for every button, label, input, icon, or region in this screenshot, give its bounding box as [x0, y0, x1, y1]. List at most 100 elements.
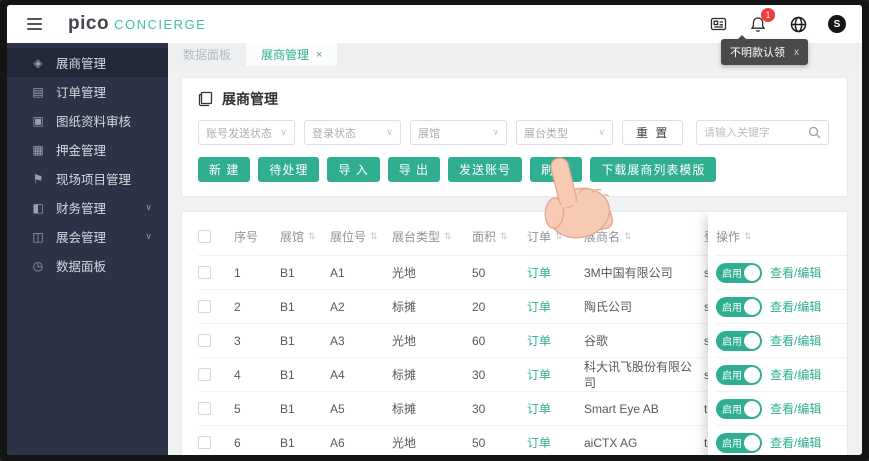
- order-link[interactable]: 订单: [527, 402, 551, 416]
- order-link[interactable]: 订单: [527, 368, 551, 382]
- sort-icon[interactable]: ⇅: [555, 231, 563, 242]
- tab-data-panel[interactable]: 数据面板: [168, 43, 246, 66]
- toggle-knob: [744, 434, 760, 451]
- reset-button[interactable]: 重 置: [622, 120, 684, 145]
- cell-hall: B1: [280, 333, 295, 348]
- row-checkbox[interactable]: [198, 368, 211, 381]
- sidebar-item-label: 押金管理: [56, 144, 107, 158]
- user-avatar[interactable]: S: [828, 15, 846, 33]
- order-link[interactable]: 订单: [527, 300, 551, 314]
- table-header-cell[interactable]: 面积 ⇅: [472, 228, 527, 245]
- search-icon[interactable]: [808, 126, 821, 139]
- sort-icon: ⇅: [744, 231, 752, 241]
- order-link[interactable]: 订单: [527, 266, 551, 280]
- view-edit-link[interactable]: 查看/编辑: [770, 434, 821, 451]
- app-logo: pico CONCIERGE: [68, 13, 206, 35]
- sidebar-item-label: 财务管理: [56, 202, 107, 216]
- hamburger-menu-icon[interactable]: [23, 14, 46, 34]
- sidebar-item-label: 图纸资料审核: [56, 115, 132, 129]
- view-edit-link[interactable]: 查看/编辑: [770, 264, 821, 281]
- enable-toggle[interactable]: 启用: [716, 364, 762, 385]
- cell-exhibitor-name: 陶氏公司: [584, 299, 633, 314]
- sidebar-item[interactable]: ▦ 押金管理: [7, 135, 168, 164]
- claim-icon[interactable]: [708, 14, 728, 34]
- action-button[interactable]: 刷 新: [530, 157, 583, 182]
- keyword-search-input[interactable]: [704, 126, 808, 139]
- enable-toggle[interactable]: 启用: [716, 262, 762, 283]
- chevron-down-icon: ∨: [598, 127, 605, 137]
- sort-icon[interactable]: ⇅: [444, 231, 452, 242]
- operation-cell: 启用 查看/编辑: [716, 392, 847, 426]
- enable-toggle[interactable]: 启用: [716, 398, 762, 419]
- filter-select[interactable]: 展台类型 ∨: [516, 120, 613, 145]
- topbar-actions: 1 S: [708, 8, 846, 34]
- table-header-cell[interactable]: 订单 ⇅: [527, 228, 584, 245]
- action-button[interactable]: 待处理: [258, 157, 320, 182]
- row-checkbox[interactable]: [198, 266, 211, 279]
- finance-icon: ◧: [32, 200, 44, 215]
- sidebar-item-label: 订单管理: [56, 86, 107, 100]
- cell-index: 5: [234, 401, 241, 416]
- sort-icon[interactable]: ⇅: [624, 231, 632, 242]
- operation-cell: 启用 查看/编辑: [716, 324, 847, 358]
- operation-cell: 启用 查看/编辑: [716, 426, 847, 455]
- order-link[interactable]: 订单: [527, 436, 551, 450]
- cell-booth: A3: [330, 333, 345, 348]
- table-header-cell[interactable]: 展商名 ⇅: [584, 228, 704, 245]
- operation-header-cell[interactable]: 操作 ⇅: [716, 218, 847, 256]
- table-header-cell[interactable]: 展馆 ⇅: [280, 228, 330, 245]
- action-button[interactable]: 发送账号: [448, 157, 523, 182]
- cell-hall: B1: [280, 401, 295, 416]
- cell-area: 50: [472, 265, 486, 280]
- view-edit-link[interactable]: 查看/编辑: [770, 400, 821, 417]
- enable-toggle[interactable]: 启用: [716, 330, 762, 351]
- sort-icon[interactable]: ⇅: [500, 231, 508, 242]
- enable-toggle[interactable]: 启用: [716, 432, 762, 453]
- toggle-knob: [744, 298, 760, 315]
- row-checkbox[interactable]: [198, 334, 211, 347]
- table-header-cell[interactable]: 序号: [234, 228, 280, 245]
- tooltip-close-icon[interactable]: x: [794, 47, 799, 58]
- table-header-cell[interactable]: 展台类型 ⇅: [392, 228, 472, 245]
- row-checkbox[interactable]: [198, 436, 211, 449]
- sidebar-item[interactable]: ▤ 订单管理: [7, 77, 168, 106]
- filter-select[interactable]: 账号发送状态 ∨: [198, 120, 295, 145]
- cell-area: 50: [472, 435, 486, 450]
- select-all-checkbox[interactable]: [198, 230, 211, 243]
- order-link[interactable]: 订单: [527, 334, 551, 348]
- view-edit-link[interactable]: 查看/编辑: [770, 298, 821, 315]
- action-button[interactable]: 新 建: [198, 157, 251, 182]
- tab-close-icon[interactable]: ×: [316, 49, 322, 61]
- cell-area: 20: [472, 299, 486, 314]
- view-edit-link[interactable]: 查看/编辑: [770, 366, 821, 383]
- sort-icon[interactable]: ⇅: [370, 231, 378, 242]
- table-header-cell[interactable]: 展位号 ⇅: [330, 228, 392, 245]
- search-box: [696, 120, 829, 145]
- sidebar-item[interactable]: ⚑ 现场项目管理: [7, 164, 168, 193]
- action-button[interactable]: 导 入: [327, 157, 380, 182]
- row-checkbox[interactable]: [198, 300, 211, 313]
- sidebar-item[interactable]: ◧ 财务管理 ∨: [7, 193, 168, 222]
- tab-exhibitor-management[interactable]: 展商管理 ×: [246, 43, 338, 66]
- action-button[interactable]: 导 出: [387, 157, 441, 182]
- sidebar-item[interactable]: ◫ 展会管理 ∨: [7, 222, 168, 251]
- sidebar-item[interactable]: ◈ 展商管理: [7, 48, 168, 77]
- filter-select[interactable]: 登录状态 ∨: [304, 120, 401, 145]
- cell-area: 30: [472, 401, 486, 416]
- cell-booth: A5: [330, 401, 345, 416]
- notification-bell-icon[interactable]: 1: [748, 8, 775, 34]
- document-icon: [198, 91, 213, 107]
- sidebar-item[interactable]: ▣ 图纸资料审核: [7, 106, 168, 135]
- app-window: pico CONCIERGE 1 S 不明款认领 x ◈ 展商管理 ▤ 订单管理…: [7, 5, 862, 455]
- action-button[interactable]: 下载展商列表模版: [590, 157, 717, 182]
- cell-hall: B1: [280, 299, 295, 314]
- sidebar-item[interactable]: ◷ 数据面板: [7, 251, 168, 280]
- sidebar-item-label: 数据面板: [56, 260, 107, 274]
- enable-toggle[interactable]: 启用: [716, 296, 762, 317]
- sort-icon[interactable]: ⇅: [308, 231, 316, 242]
- row-checkbox[interactable]: [198, 402, 211, 415]
- globe-language-icon[interactable]: [788, 14, 808, 34]
- filter-select[interactable]: 展馆 ∨: [410, 120, 507, 145]
- view-edit-link[interactable]: 查看/编辑: [770, 332, 821, 349]
- cell-booth-type: 标摊: [392, 402, 417, 416]
